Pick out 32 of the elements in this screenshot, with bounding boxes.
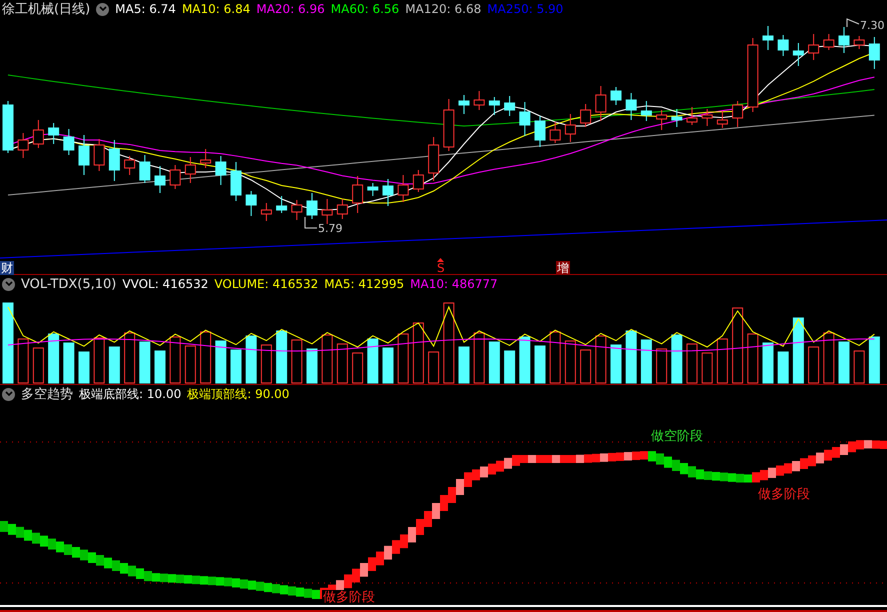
event-marker[interactable]: 财	[0, 261, 14, 275]
indicator-value: MA20: 6.96	[256, 2, 325, 16]
indicator-value: MA60: 6.56	[330, 2, 400, 16]
phase-label: 做多阶段	[322, 590, 376, 605]
indicator-value: VVOL: 416532	[122, 277, 208, 292]
chevron-down-icon	[4, 281, 12, 288]
panel-title: 多空趋势	[21, 386, 73, 403]
phase-label: 做空阶段	[650, 429, 704, 444]
indicator-value: MA10: 6.84	[182, 2, 250, 16]
chevron-down-icon	[4, 391, 12, 397]
panel-title: VOL-TDX(5,10)	[21, 276, 116, 292]
indicator-value: MA5: 6.74	[115, 2, 176, 16]
event-marker[interactable]: 增	[556, 261, 570, 275]
leader-line	[304, 216, 318, 230]
event-marker[interactable]: S	[436, 261, 446, 275]
indicator-value: MA10: 486777	[410, 277, 498, 292]
caret-up-icon	[437, 258, 444, 262]
indicator-value: 极端底部线: 10.00	[79, 386, 182, 402]
collapse-toggle[interactable]	[2, 388, 15, 400]
indicator-value: 极端顶部线: 90.00	[187, 386, 290, 402]
high-price-label: 7.30	[860, 20, 884, 31]
leader-line	[846, 18, 860, 28]
panel-title: 徐工机械(日线)	[2, 1, 90, 18]
indicator-value: MA5: 412995	[324, 277, 404, 292]
collapse-toggle[interactable]	[96, 2, 110, 16]
chevron-down-icon	[98, 6, 107, 12]
indicator-value: VOLUME: 416532	[214, 277, 318, 292]
low-price-label: 5.79	[318, 223, 342, 234]
collapse-toggle[interactable]	[2, 278, 15, 291]
phase-label: 做多阶段	[757, 487, 811, 502]
indicator-value: MA120: 6.68	[405, 2, 482, 16]
indicator-value: MA250: 5.90	[487, 2, 564, 16]
